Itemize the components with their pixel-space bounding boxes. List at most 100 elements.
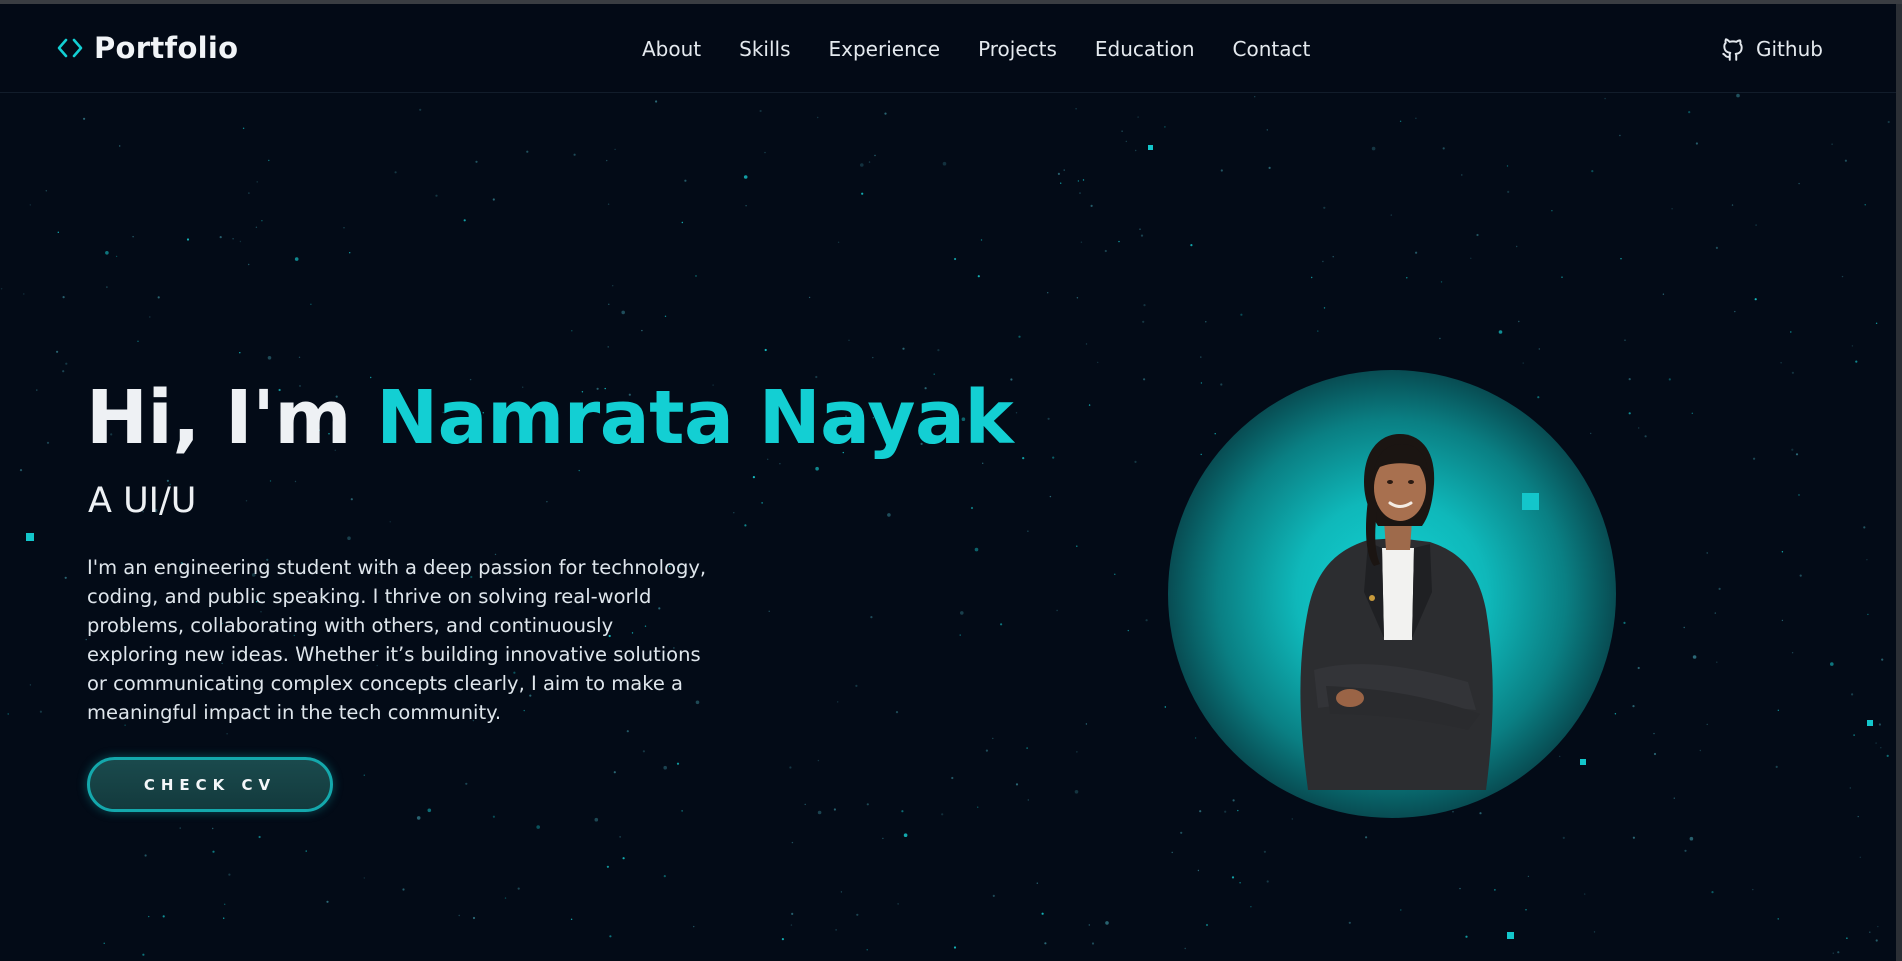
accent-square-right — [1867, 720, 1873, 726]
star-dot — [903, 833, 908, 837]
star-dot — [258, 835, 261, 839]
star-dot — [606, 865, 610, 868]
star-dot — [1880, 747, 1882, 749]
star-dot — [148, 915, 150, 918]
nav-item-skills[interactable]: Skills — [739, 37, 790, 61]
star-dot — [833, 808, 837, 811]
star-dot — [607, 346, 609, 348]
star-dot — [1200, 356, 1202, 358]
hero-description: I'm an engineering student with a deep p… — [87, 556, 707, 724]
star-dot — [472, 916, 476, 920]
star-dot — [1254, 96, 1256, 98]
star-dot — [268, 159, 270, 162]
star-dot — [1164, 706, 1167, 708]
star-dot — [1887, 120, 1890, 124]
star-dot — [1075, 108, 1077, 110]
check-cv-button[interactable]: CHECK CV — [87, 757, 333, 812]
star-dot — [1027, 799, 1030, 801]
star-dot — [1863, 526, 1866, 529]
star-dot — [1790, 331, 1792, 333]
brand-logo[interactable]: Portfolio — [56, 28, 238, 68]
star-dot — [1869, 931, 1871, 933]
github-icon — [1722, 38, 1743, 61]
star-dot — [951, 776, 954, 780]
star-dot — [676, 762, 680, 765]
star-dot — [1044, 942, 1047, 945]
star-dot — [1668, 378, 1671, 381]
star-dot — [779, 463, 781, 465]
star-dot — [1494, 889, 1496, 891]
star-dot — [743, 175, 748, 179]
star-dot — [1832, 952, 1835, 954]
star-dot — [350, 498, 353, 501]
star-dot — [1714, 612, 1717, 614]
star-dot — [1798, 182, 1800, 185]
star-dot — [1518, 320, 1520, 323]
star-dot — [897, 903, 899, 905]
star-dot — [817, 116, 819, 119]
star-dot — [463, 219, 466, 222]
github-link[interactable]: Github — [1720, 34, 1823, 64]
star-dot — [942, 161, 947, 166]
star-dot — [1240, 313, 1243, 316]
star-dot — [1476, 233, 1479, 237]
star-dot — [781, 938, 785, 941]
star-dot — [1220, 169, 1223, 172]
star-dot — [1855, 360, 1858, 363]
star-dot — [1706, 552, 1708, 554]
nav-item-contact[interactable]: Contact — [1233, 37, 1311, 61]
star-dot — [1837, 951, 1840, 954]
star-dot — [1753, 457, 1756, 460]
star-dot — [1527, 875, 1530, 878]
star-dot — [1877, 925, 1879, 928]
star-dot — [1632, 705, 1635, 708]
star-dot — [298, 356, 301, 358]
star-dot — [1091, 942, 1095, 945]
star-dot — [1291, 818, 1294, 820]
profile-photo — [1300, 434, 1493, 790]
star-dot — [1060, 182, 1062, 184]
star-dot — [1263, 850, 1266, 853]
star-dot — [219, 236, 222, 239]
star-dot — [228, 873, 231, 876]
star-dot — [1105, 921, 1109, 925]
nav-item-about[interactable]: About — [642, 37, 701, 61]
star-dot — [1322, 260, 1324, 263]
hero-subtitle: A UI/U — [88, 481, 197, 521]
star-dot — [860, 163, 864, 167]
nav-item-experience[interactable]: Experience — [829, 37, 941, 61]
star-dot — [1791, 448, 1794, 451]
star-dot — [137, 340, 139, 342]
star-dot — [1027, 530, 1029, 532]
star-dot — [1881, 658, 1884, 661]
star-dot — [1662, 293, 1665, 295]
star-dot — [224, 903, 226, 905]
star-dot — [1440, 281, 1443, 283]
star-dot — [1507, 190, 1510, 193]
star-dot — [1018, 335, 1021, 338]
star-dot — [764, 151, 766, 154]
star-dot — [1878, 723, 1881, 726]
star-dot — [1000, 623, 1003, 626]
star-dot — [1121, 130, 1123, 132]
star-dot — [1689, 836, 1694, 841]
star-dot — [1090, 204, 1093, 207]
nav-item-projects[interactable]: Projects — [978, 37, 1057, 61]
nav-item-education[interactable]: Education — [1095, 37, 1195, 61]
star-dot — [744, 524, 747, 527]
star-dot — [768, 610, 770, 612]
star-dot — [526, 150, 529, 153]
star-dot — [1673, 797, 1676, 799]
star-dot — [1082, 179, 1085, 181]
brand-name: Portfolio — [94, 31, 239, 65]
star-dot — [619, 836, 621, 838]
star-dot — [764, 348, 767, 352]
star-dot — [608, 303, 610, 305]
nav-menu: About Skills Experience Projects Educati… — [642, 34, 1310, 64]
star-dot — [1683, 626, 1685, 629]
star-dot — [1798, 494, 1800, 496]
star-dot — [157, 296, 160, 299]
star-dot — [245, 500, 248, 502]
star-dot — [1671, 208, 1673, 210]
star-dot — [791, 841, 794, 844]
